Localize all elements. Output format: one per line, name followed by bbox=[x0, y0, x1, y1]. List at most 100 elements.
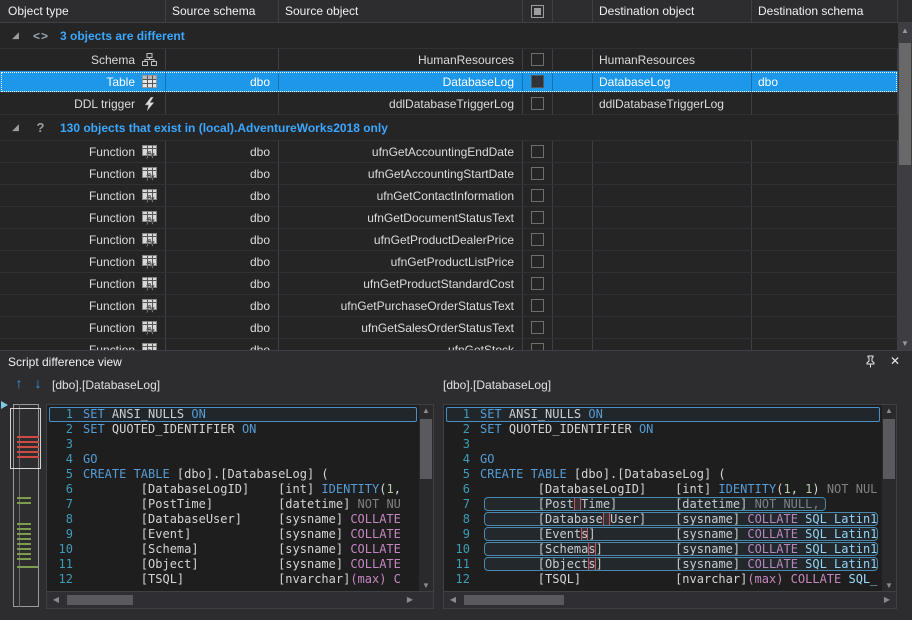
row-checkbox[interactable] bbox=[531, 189, 544, 202]
table-row[interactable]: FunctionfxdboufnGetProductListPrice bbox=[0, 251, 898, 273]
line-number: 2 bbox=[47, 422, 83, 437]
code-line: 9 [Events] [sysname] COLLATE SQL_Latin1 bbox=[444, 527, 882, 542]
scrollbar-thumb[interactable] bbox=[464, 595, 564, 605]
function-icon: fx bbox=[141, 189, 157, 203]
scroll-left-icon[interactable]: ◀ bbox=[446, 593, 460, 607]
source-script-editor[interactable]: 1SET ANSI_NULLS ON2SET QUOTED_IDENTIFIER… bbox=[46, 404, 434, 609]
table-row[interactable]: FunctionfxdboufnGetAccountingStartDate bbox=[0, 163, 898, 185]
grid-vertical-scrollbar[interactable]: ▲ ▼ bbox=[898, 23, 912, 350]
table-row[interactable]: FunctionfxdboufnGetDocumentStatusText bbox=[0, 207, 898, 229]
row-checkbox[interactable] bbox=[531, 53, 544, 66]
different-objects-icon: <> bbox=[32, 29, 50, 43]
table-row[interactable]: FunctionfxdboufnGetContactInformation bbox=[0, 185, 898, 207]
table-row[interactable]: FunctionfxdboufnGetSalesOrderStatusText bbox=[0, 317, 898, 339]
script-difference-panel: Script difference view ✕ ↑ ↓ [dbo].[Data… bbox=[0, 350, 912, 620]
scrollbar-thumb[interactable] bbox=[883, 419, 895, 479]
code-text: [Objects] [sysname] COLLATE SQL_Latin1 bbox=[480, 557, 882, 572]
source-object-value: DatabaseLog bbox=[443, 75, 514, 89]
collapse-triangle-icon[interactable]: ◢ bbox=[12, 30, 22, 41]
source-schema-value: dbo bbox=[250, 211, 270, 225]
column-header-source-object[interactable]: Source object bbox=[279, 0, 523, 22]
destination-script-editor[interactable]: 1SET ANSI_NULLS ON2SET QUOTED_IDENTIFIER… bbox=[443, 404, 897, 609]
row-checkbox[interactable] bbox=[531, 277, 544, 290]
column-header-destination-schema[interactable]: Destination schema bbox=[752, 0, 898, 22]
function-icon: fx bbox=[141, 211, 157, 225]
scroll-right-icon[interactable]: ▶ bbox=[880, 593, 894, 607]
column-header-source-schema[interactable]: Source schema bbox=[166, 0, 279, 22]
function-icon: fx bbox=[141, 255, 157, 269]
added-line-mark bbox=[17, 548, 31, 550]
source-object-value: ufnGetProductListPrice bbox=[391, 255, 514, 269]
row-checkbox[interactable] bbox=[531, 167, 544, 180]
row-checkbox[interactable] bbox=[531, 145, 544, 158]
group-header-row[interactable]: ◢?130 objects that exist in (local).Adve… bbox=[0, 115, 912, 141]
function-icon: fx bbox=[141, 145, 157, 159]
collapse-triangle-icon[interactable]: ◢ bbox=[12, 122, 22, 133]
diff-overview-strip[interactable] bbox=[0, 397, 46, 620]
group-header-row[interactable]: ◢ <> 3 objects are different bbox=[0, 23, 912, 49]
table-row[interactable]: SchemaHumanResourcesHumanResources bbox=[0, 49, 898, 71]
table-row[interactable]: FunctionfxdboufnGetProductStandardCost bbox=[0, 273, 898, 295]
ddl-trigger-icon bbox=[141, 97, 157, 111]
table-row[interactable]: DDL triggerddlDatabaseTriggerLogddlDatab… bbox=[0, 93, 898, 115]
source-schema-value: dbo bbox=[250, 189, 270, 203]
code-line: 6 [DatabaseLogID] [int] IDENTITY(1, bbox=[47, 482, 419, 497]
scroll-down-icon[interactable]: ▼ bbox=[898, 336, 912, 350]
table-row[interactable]: FunctionfxdboufnGetProductDealerPrice bbox=[0, 229, 898, 251]
scroll-left-icon[interactable]: ◀ bbox=[49, 593, 63, 607]
scroll-up-icon[interactable]: ▲ bbox=[882, 405, 896, 417]
right-editor-horizontal-scrollbar[interactable]: ◀ ▶ bbox=[444, 591, 896, 608]
source-schema-value: dbo bbox=[250, 75, 270, 89]
row-checkbox[interactable] bbox=[531, 233, 544, 246]
close-icon[interactable]: ✕ bbox=[888, 354, 902, 368]
code-text: [DatabaseLogID] [int] IDENTITY(1, 1) NOT… bbox=[480, 482, 882, 497]
panel-title: Script difference view bbox=[8, 355, 122, 369]
row-checkbox[interactable] bbox=[531, 299, 544, 312]
line-number: 10 bbox=[47, 542, 83, 557]
group-label: 3 objects are different bbox=[60, 29, 185, 43]
scrollbar-thumb[interactable] bbox=[67, 595, 133, 605]
schema-compare-window: Object typeSource schemaSource object Des… bbox=[0, 0, 912, 620]
row-checkbox[interactable] bbox=[531, 211, 544, 224]
scroll-up-icon[interactable]: ▲ bbox=[419, 405, 433, 417]
scrollbar-thumb[interactable] bbox=[420, 419, 432, 479]
next-difference-button[interactable]: ↓ bbox=[31, 375, 45, 391]
right-editor-vertical-scrollbar[interactable]: ▲ ▼ bbox=[882, 405, 896, 592]
comparison-grid: Object typeSource schemaSource object Des… bbox=[0, 0, 912, 350]
svg-text:fx: fx bbox=[145, 305, 154, 313]
scroll-up-icon[interactable]: ▲ bbox=[898, 23, 912, 37]
select-all-checkbox[interactable] bbox=[531, 5, 544, 18]
object-type-label: Function bbox=[89, 277, 135, 291]
column-header-destination-object[interactable]: Destination object bbox=[593, 0, 752, 22]
table-row[interactable]: FunctionfxdboufnGetAccountingEndDate bbox=[0, 141, 898, 163]
function-icon: fx bbox=[141, 299, 157, 313]
code-text: [Event] [sysname] COLLATE bbox=[83, 527, 419, 542]
code-line: 12 [TSQL] [nvarchar](max) C bbox=[47, 572, 419, 587]
line-number: 12 bbox=[444, 572, 480, 587]
table-row[interactable]: TabledboDatabaseLogDatabaseLogdbo bbox=[0, 71, 898, 93]
source-object-value: ufnGetPurchaseOrderStatusText bbox=[341, 299, 514, 313]
row-checkbox[interactable] bbox=[531, 321, 544, 334]
row-checkbox[interactable] bbox=[531, 255, 544, 268]
left-editor-vertical-scrollbar[interactable]: ▲ ▼ bbox=[419, 405, 433, 592]
code-text bbox=[83, 437, 419, 452]
line-number: 7 bbox=[444, 497, 480, 512]
code-line: 10 [Schema] [sysname] COLLATE bbox=[47, 542, 419, 557]
column-header-object-type[interactable]: Object type bbox=[0, 0, 166, 22]
grid-scrollbar-thumb[interactable] bbox=[899, 43, 911, 165]
object-type-label: Table bbox=[106, 75, 135, 89]
row-checkbox[interactable] bbox=[531, 97, 544, 110]
line-number: 3 bbox=[47, 437, 83, 452]
pin-icon[interactable] bbox=[864, 355, 878, 369]
column-header-spacer[interactable] bbox=[553, 0, 593, 22]
overview-viewport-box[interactable] bbox=[10, 408, 41, 469]
scroll-right-icon[interactable]: ▶ bbox=[403, 593, 417, 607]
table-icon bbox=[141, 75, 157, 88]
table-row[interactable]: FunctionfxdboufnGetPurchaseOrderStatusTe… bbox=[0, 295, 898, 317]
row-checkbox[interactable] bbox=[531, 75, 544, 88]
left-editor-horizontal-scrollbar[interactable]: ◀ ▶ bbox=[47, 591, 433, 608]
previous-difference-button[interactable]: ↑ bbox=[12, 375, 26, 391]
object-type-label: DDL trigger bbox=[74, 97, 135, 111]
code-text: [Schemas] [sysname] COLLATE SQL_Latin1 bbox=[480, 542, 882, 557]
column-header-checkbox[interactable] bbox=[523, 0, 553, 22]
